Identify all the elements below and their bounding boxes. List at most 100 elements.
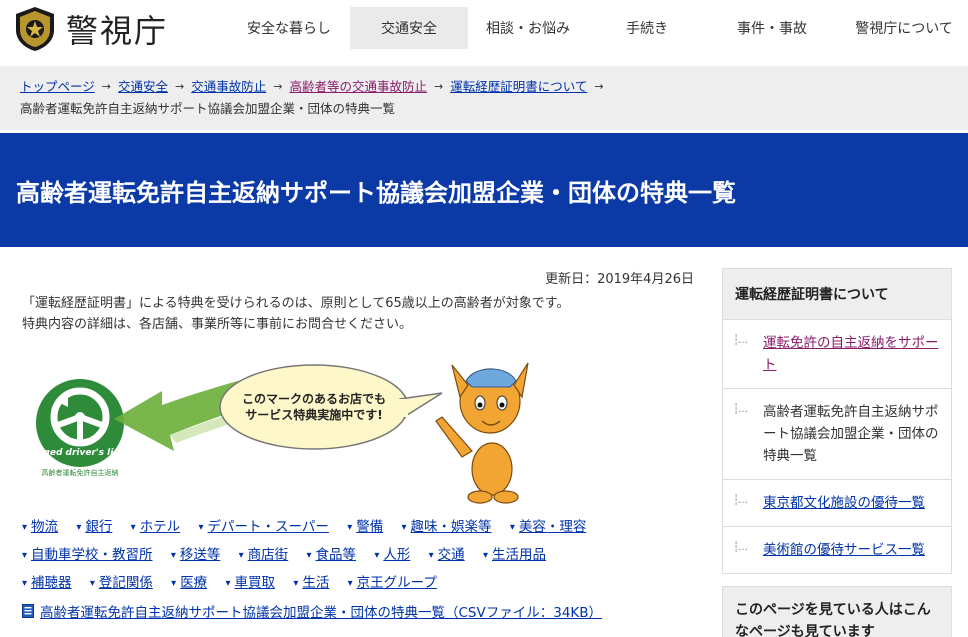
category-link[interactable]: ▾ 警備 [347, 514, 383, 541]
nav-safe-living[interactable]: 安全な暮らし [228, 7, 350, 49]
category-link[interactable]: ▾ 交通 [429, 542, 465, 569]
page-title-band: 高齢者運転免許自主返納サポート協議会加盟企業・団体の特典一覧 [0, 133, 968, 247]
category-link[interactable]: ▾ 医療 [171, 570, 207, 597]
tree-line-icon: ┆… [733, 495, 748, 506]
illustration-graphic: the aged driver's license 高齢者運転免許自主返納 この… [22, 362, 529, 504]
category-link[interactable]: ▾ 人形 [374, 542, 410, 569]
site-logo[interactable]: 警視庁 [14, 6, 168, 52]
sidebar-item-label[interactable]: 東京都文化施設の優待一覧 [763, 492, 925, 514]
page-title: 高齢者運転免許自主返納サポート協議会加盟企業・団体の特典一覧 [16, 178, 736, 207]
arrow-right-icon: → [433, 80, 444, 93]
category-link[interactable]: ▾ 移送等 [171, 542, 221, 569]
category-link[interactable]: ▾ 趣味・娯楽等 [402, 514, 492, 541]
chevron-down-icon: ▾ [374, 550, 380, 561]
tree-line-icon: ┆… [733, 335, 748, 346]
breadcrumb-link-traffic-safety[interactable]: 交通安全 [118, 76, 168, 98]
category-links: ▾ 物流 ▾ 銀行 ▾ ホテル ▾ デパート・スーパー ▾ 警備 ▾ 趣味・娯楽等 ▾ 美容・… [22, 513, 698, 597]
category-link[interactable]: ▾ 登記関係 [90, 570, 153, 597]
category-link[interactable]: ▾ 京王グループ [348, 570, 437, 597]
sidebar-item-museum[interactable]: ┆… 美術館の優待サービス一覧 [723, 526, 951, 573]
category-link[interactable]: ▾ ホテル [131, 514, 181, 541]
nav-procedures[interactable]: 手続き [588, 7, 706, 49]
bubble-line: このマークのあるお店でも [242, 391, 386, 406]
csv-download-link[interactable]: 高齢者運転免許自主返納サポート協議会加盟企業・団体の特典一覧（CSVファイル：3… [22, 601, 698, 621]
also-viewed-heading: このページを見ている人はこんなページも見ています [722, 586, 952, 637]
nav-traffic-safety[interactable]: 交通安全 [350, 7, 468, 49]
sidebar-heading: 運転経歴証明書について [723, 269, 951, 319]
nav-about[interactable]: 警視庁について [838, 7, 968, 49]
breadcrumb-link-top[interactable]: トップページ [20, 76, 95, 98]
global-nav: 安全な暮らし 交通安全 相談・お悩み 手続き 事件・事故 警視庁について [228, 7, 968, 49]
nav-consultation[interactable]: 相談・お悩み [468, 7, 588, 49]
category-link[interactable]: ▾ 銀行 [76, 514, 112, 541]
sidebar-item-label[interactable]: 美術館の優待サービス一覧 [763, 539, 925, 561]
chevron-down-icon: ▾ [509, 522, 515, 533]
sidebar-item-culture[interactable]: ┆… 東京都文化施設の優待一覧 [723, 479, 951, 526]
chevron-down-icon: ▾ [482, 550, 488, 561]
tree-line-icon: ┆… [733, 404, 748, 415]
sidebar-nav: 運転経歴証明書について ┆… 運転免許の自主返納をサポート ┆… 高齢者運転免許… [722, 268, 952, 574]
sidebar-item-label[interactable]: 運転免許の自主返納をサポート [763, 332, 939, 376]
bubble-line: サービス特典実施中です! [245, 407, 382, 422]
category-row: ▾ 自動車学校・教習所 ▾ 移送等 ▾ 商店街 ▾ 食品等 ▾ 人形 ▾ 交通 ▾ 生活用品 [22, 541, 698, 569]
category-row: ▾ 物流 ▾ 銀行 ▾ ホテル ▾ デパート・スーパー ▾ 警備 ▾ 趣味・娯楽等 ▾ 美容・… [22, 513, 698, 541]
support-mark-illustration: the aged driver's license 高齢者運転免許自主返納 この… [22, 341, 698, 513]
category-row: ▾ 補聴器 ▾ 登記関係 ▾ 医療 ▾ 車買取 ▾ 生活 ▾ 京王グループ [22, 569, 698, 597]
breadcrumb-link-elderly[interactable]: 高齢者等の交通事故防止 [289, 76, 427, 98]
arrow-right-icon: → [101, 80, 111, 93]
chevron-down-icon: ▾ [293, 578, 299, 589]
chevron-down-icon: ▾ [130, 522, 136, 533]
pipo-mascot-icon [435, 362, 529, 504]
chevron-down-icon: ▾ [347, 578, 353, 589]
chevron-down-icon: ▾ [238, 550, 244, 561]
breadcrumb-current: 高齢者運転免許自主返納サポート協議会加盟企業・団体の特典一覧 [20, 101, 396, 116]
sidebar: 運転経歴証明書について ┆… 運転免許の自主返納をサポート ┆… 高齢者運転免許… [722, 268, 952, 637]
chevron-down-icon: ▾ [76, 522, 82, 533]
chevron-down-icon: ▾ [171, 578, 177, 589]
chevron-down-icon: ▾ [89, 578, 95, 589]
breadcrumb-link-accident-prevention[interactable]: 交通事故防止 [191, 76, 266, 98]
csv-link-label[interactable]: 高齢者運転免許自主返納サポート協議会加盟企業・団体の特典一覧（CSVファイル：3… [40, 601, 602, 621]
category-link[interactable]: ▾ 車買取 [225, 570, 275, 597]
intro-line: 特典内容の詳細は、各店舗、事業所等に事前にお問合せください。 [22, 317, 413, 332]
chevron-down-icon: ▾ [428, 550, 434, 561]
arrow-right-icon: → [273, 80, 283, 93]
mark-subtext: 高齢者運転免許自主返納 [42, 468, 119, 477]
arrow-right-icon: → [594, 80, 604, 93]
nav-incidents[interactable]: 事件・事故 [706, 7, 838, 49]
category-link[interactable]: ▾ 生活用品 [483, 542, 546, 569]
category-link[interactable]: ▾ 物流 [22, 514, 58, 541]
sidebar-item-current: ┆… 高齢者運転免許自主返納サポート協議会加盟企業・団体の特典一覧 [723, 388, 951, 479]
category-link[interactable]: ▾ 美容・理容 [510, 514, 587, 541]
chevron-down-icon: ▾ [198, 522, 204, 533]
site-header: 警視庁 安全な暮らし 交通安全 相談・お悩み 手続き 事件・事故 警視庁について [0, 0, 968, 60]
category-link[interactable]: ▾ 補聴器 [22, 570, 72, 597]
chevron-down-icon: ▾ [22, 550, 28, 561]
chevron-down-icon: ▾ [401, 522, 407, 533]
category-link[interactable]: ▾ 生活 [293, 570, 329, 597]
sidebar-item-label: 高齢者運転免許自主返納サポート協議会加盟企業・団体の特典一覧 [763, 404, 939, 464]
sidebar-item-support[interactable]: ┆… 運転免許の自主返納をサポート [723, 319, 951, 388]
police-emblem-icon [16, 7, 54, 51]
chevron-down-icon: ▾ [22, 578, 28, 589]
category-link[interactable]: ▾ 食品等 [306, 542, 356, 569]
intro-line: 「運転経歴証明書」による特典を受けられるのは、原則として65歳以上の高齢者が対象… [22, 296, 570, 311]
file-icon [22, 604, 34, 618]
intro-text: 「運転経歴証明書」による特典を受けられるのは、原則として65歳以上の高齢者が対象… [22, 293, 698, 335]
updated-date: 更新日：2019年4月26日 [545, 272, 694, 287]
category-link[interactable]: ▾ デパート・スーパー [198, 514, 328, 541]
site-name: 警視庁 [66, 12, 169, 50]
aged-driver-mark-icon: the aged driver's license 高齢者運転免許自主返納 [22, 379, 143, 477]
tree-line-icon: ┆… [733, 542, 748, 553]
breadcrumb: トップページ → 交通安全 → 交通事故防止 → 高齢者等の交通事故防止 → 運… [0, 66, 968, 130]
chevron-down-icon: ▾ [170, 550, 176, 561]
chevron-down-icon: ▾ [225, 578, 231, 589]
category-link[interactable]: ▾ 自動車学校・教習所 [22, 542, 153, 569]
arrow-right-icon: → [175, 80, 185, 93]
breadcrumb-link-certificate[interactable]: 運転経歴証明書について [450, 76, 587, 98]
category-link[interactable]: ▾ 商店街 [239, 542, 289, 569]
speech-bubble: このマークのあるお店でも サービス特典実施中です! [219, 364, 443, 450]
main-content: 更新日：2019年4月26日 「運転経歴証明書」による特典を受けられるのは、原則… [22, 268, 698, 621]
chevron-down-icon: ▾ [306, 550, 312, 561]
chevron-down-icon: ▾ [347, 522, 353, 533]
